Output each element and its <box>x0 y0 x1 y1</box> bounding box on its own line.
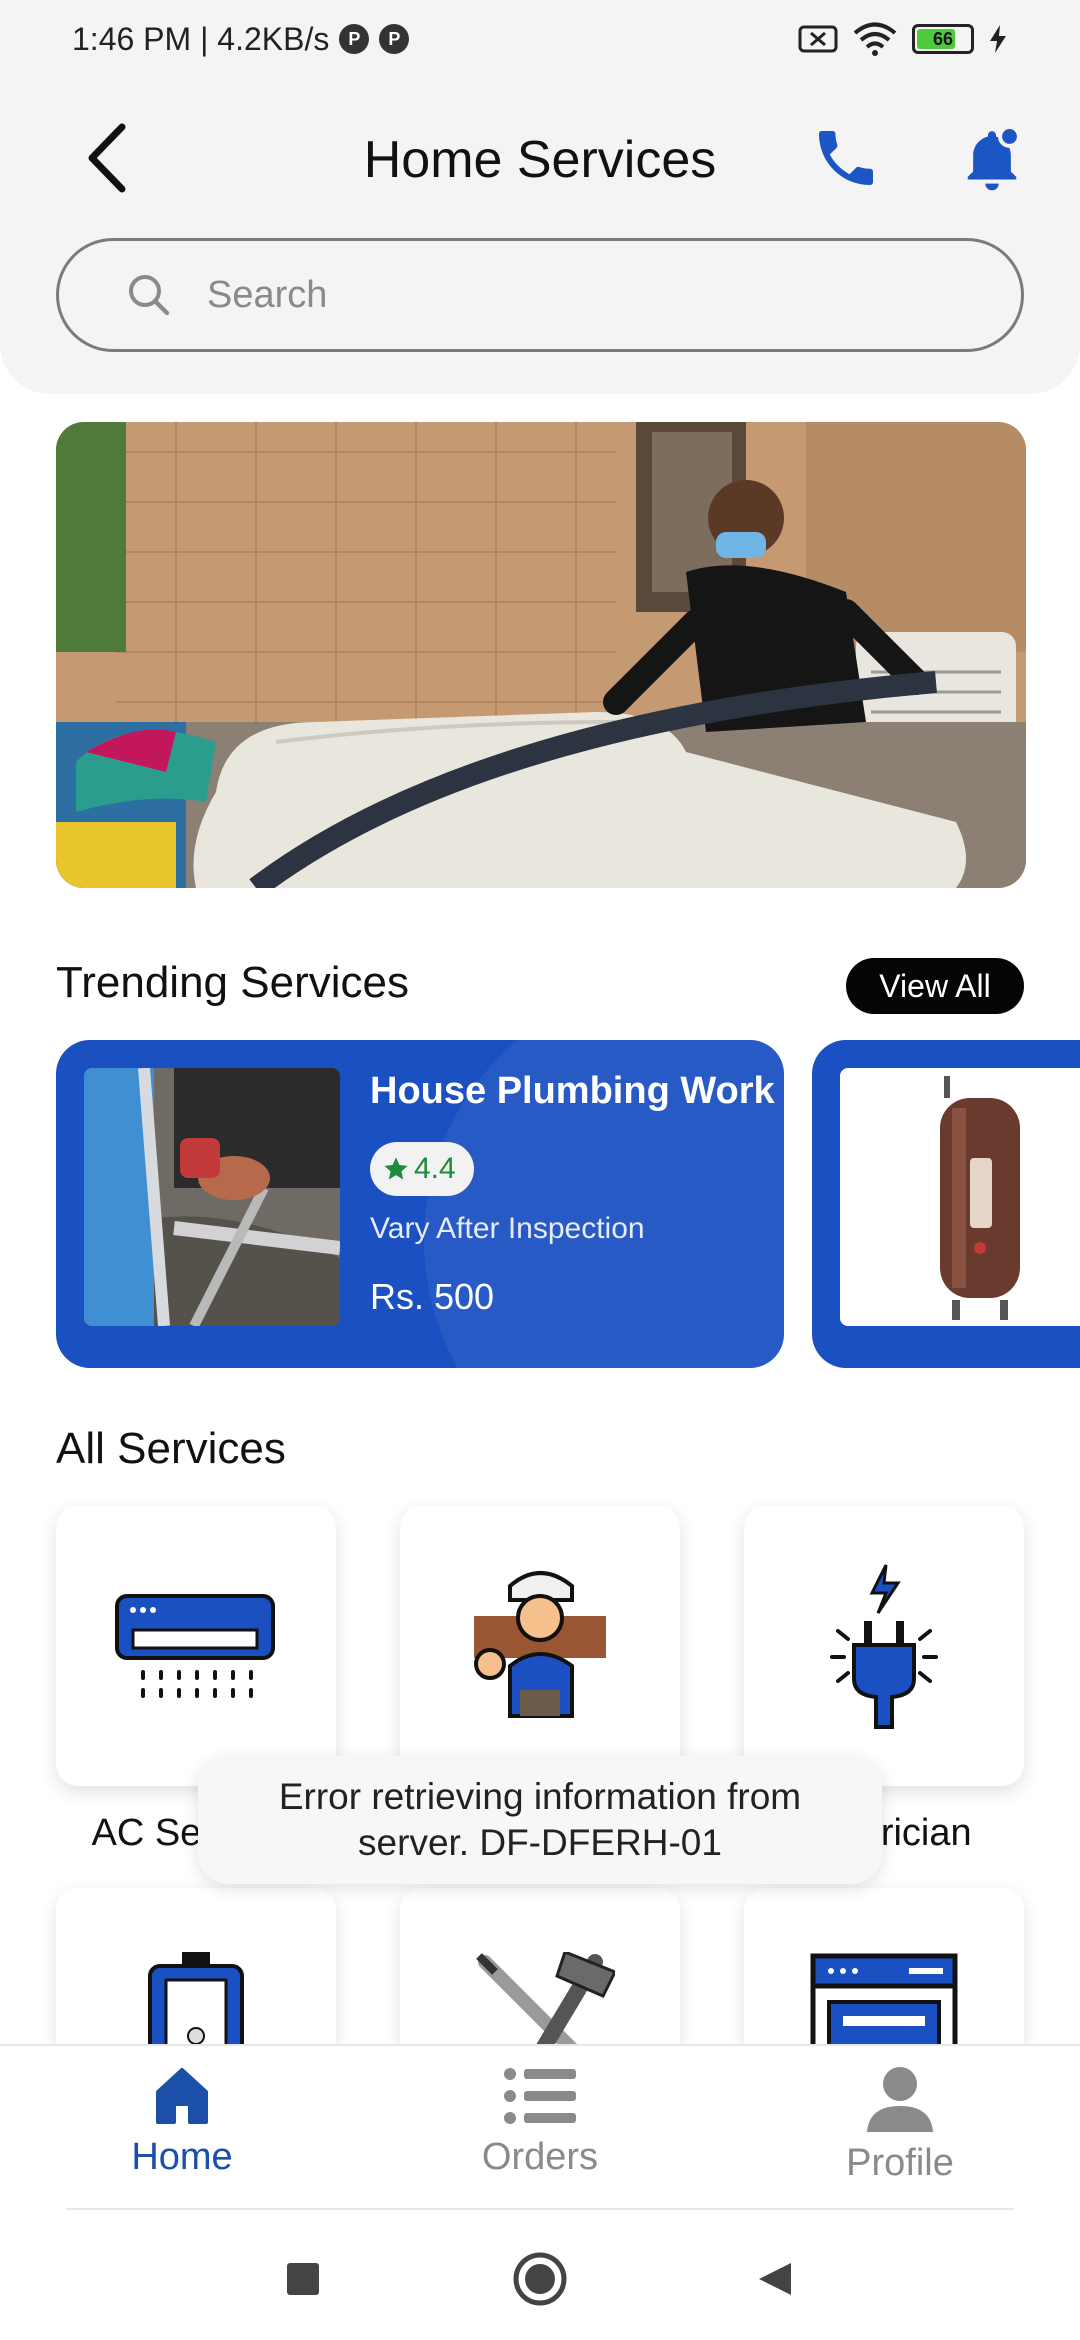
trending-service-card[interactable]: House Plumbing Work 4.4 Vary After Inspe… <box>56 1040 784 1368</box>
status-bar: 1:46 PM | 4.2KB/s P P 66 <box>0 0 1080 78</box>
circle-icon <box>513 2252 567 2306</box>
bottom-nav: Home Orders Profile <box>0 2044 1080 2214</box>
status-time: 1:46 PM | 4.2KB/s <box>72 20 330 57</box>
app-notification-icon: P <box>339 24 370 54</box>
view-all-button[interactable]: View All <box>846 958 1024 1014</box>
profile-icon <box>867 2067 933 2132</box>
appliance-icon <box>810 1953 958 2044</box>
call-button[interactable] <box>806 118 886 198</box>
nav-profile-label: Profile <box>846 2142 954 2184</box>
banner-image <box>56 422 1026 888</box>
app-notification-icon-2: P <box>379 24 410 54</box>
nav-divider <box>66 2208 1014 2210</box>
nav-orders[interactable]: Orders <box>420 2066 660 2179</box>
promo-banner[interactable] <box>56 422 1026 888</box>
nav-home-label: Home <box>131 2136 233 2178</box>
status-right: 66 <box>798 22 1008 56</box>
trending-service-card-2[interactable] <box>812 1040 1080 1368</box>
status-left: 1:46 PM | 4.2KB/s P P <box>72 20 410 58</box>
battery-level: 66 <box>932 28 954 49</box>
service-tile-electrician[interactable] <box>744 1506 1024 1786</box>
trending-services-title: Trending Services <box>56 958 409 1007</box>
service-subtitle: Vary After Inspection <box>370 1212 645 1245</box>
service-tile-water-heater[interactable] <box>56 1888 336 2044</box>
wifi-icon <box>853 22 897 56</box>
search-input[interactable] <box>207 273 907 317</box>
battery-icon: 66 <box>912 24 974 54</box>
notifications-button[interactable] <box>952 118 1032 198</box>
rating-value: 4.4 <box>414 1152 456 1185</box>
notification-bell-icon <box>967 125 1021 191</box>
phone-icon <box>819 131 873 185</box>
system-nav-bar <box>0 2214 1080 2340</box>
sim-off-icon <box>798 25 838 53</box>
water-heater-image <box>840 1068 1080 1326</box>
back-system-button[interactable] <box>740 2244 810 2314</box>
air-conditioner-icon <box>115 1594 275 1698</box>
charging-icon <box>990 25 1006 53</box>
service-tile-ac[interactable] <box>56 1506 336 1786</box>
service-tile-appliance[interactable] <box>744 1888 1024 2044</box>
star-icon <box>384 1157 408 1180</box>
electric-plug-icon <box>830 1564 938 1729</box>
service-tile-carpenter[interactable] <box>400 1506 680 1786</box>
all-services-title: All Services <box>56 1424 286 1473</box>
service-price: Rs. 500 <box>370 1276 495 1317</box>
app-header: Home Services <box>0 78 1080 394</box>
square-icon <box>287 2263 319 2295</box>
error-toast: Error retrieving information from server… <box>198 1756 882 1884</box>
carpenter-icon <box>474 1571 606 1718</box>
service-tile-tools[interactable] <box>400 1888 680 2044</box>
search-bar[interactable] <box>56 238 1024 352</box>
list-icon <box>504 2068 576 2124</box>
service-name: House Plumbing Work <box>370 1070 775 1112</box>
triangle-back-icon <box>759 2263 791 2295</box>
search-icon <box>129 275 170 316</box>
nav-orders-label: Orders <box>481 2136 599 2178</box>
tools-icon <box>476 1952 615 2044</box>
page-title: Home Services <box>363 131 717 189</box>
nav-home[interactable]: Home <box>62 2066 302 2179</box>
plumbing-image <box>84 1068 340 1326</box>
water-heater-icon <box>148 1952 244 2044</box>
rating-badge: 4.4 <box>370 1142 474 1196</box>
nav-profile[interactable]: Profile <box>780 2066 1020 2185</box>
recents-button[interactable] <box>268 2244 338 2314</box>
home-icon <box>156 2068 208 2124</box>
home-system-button[interactable] <box>505 2244 575 2314</box>
